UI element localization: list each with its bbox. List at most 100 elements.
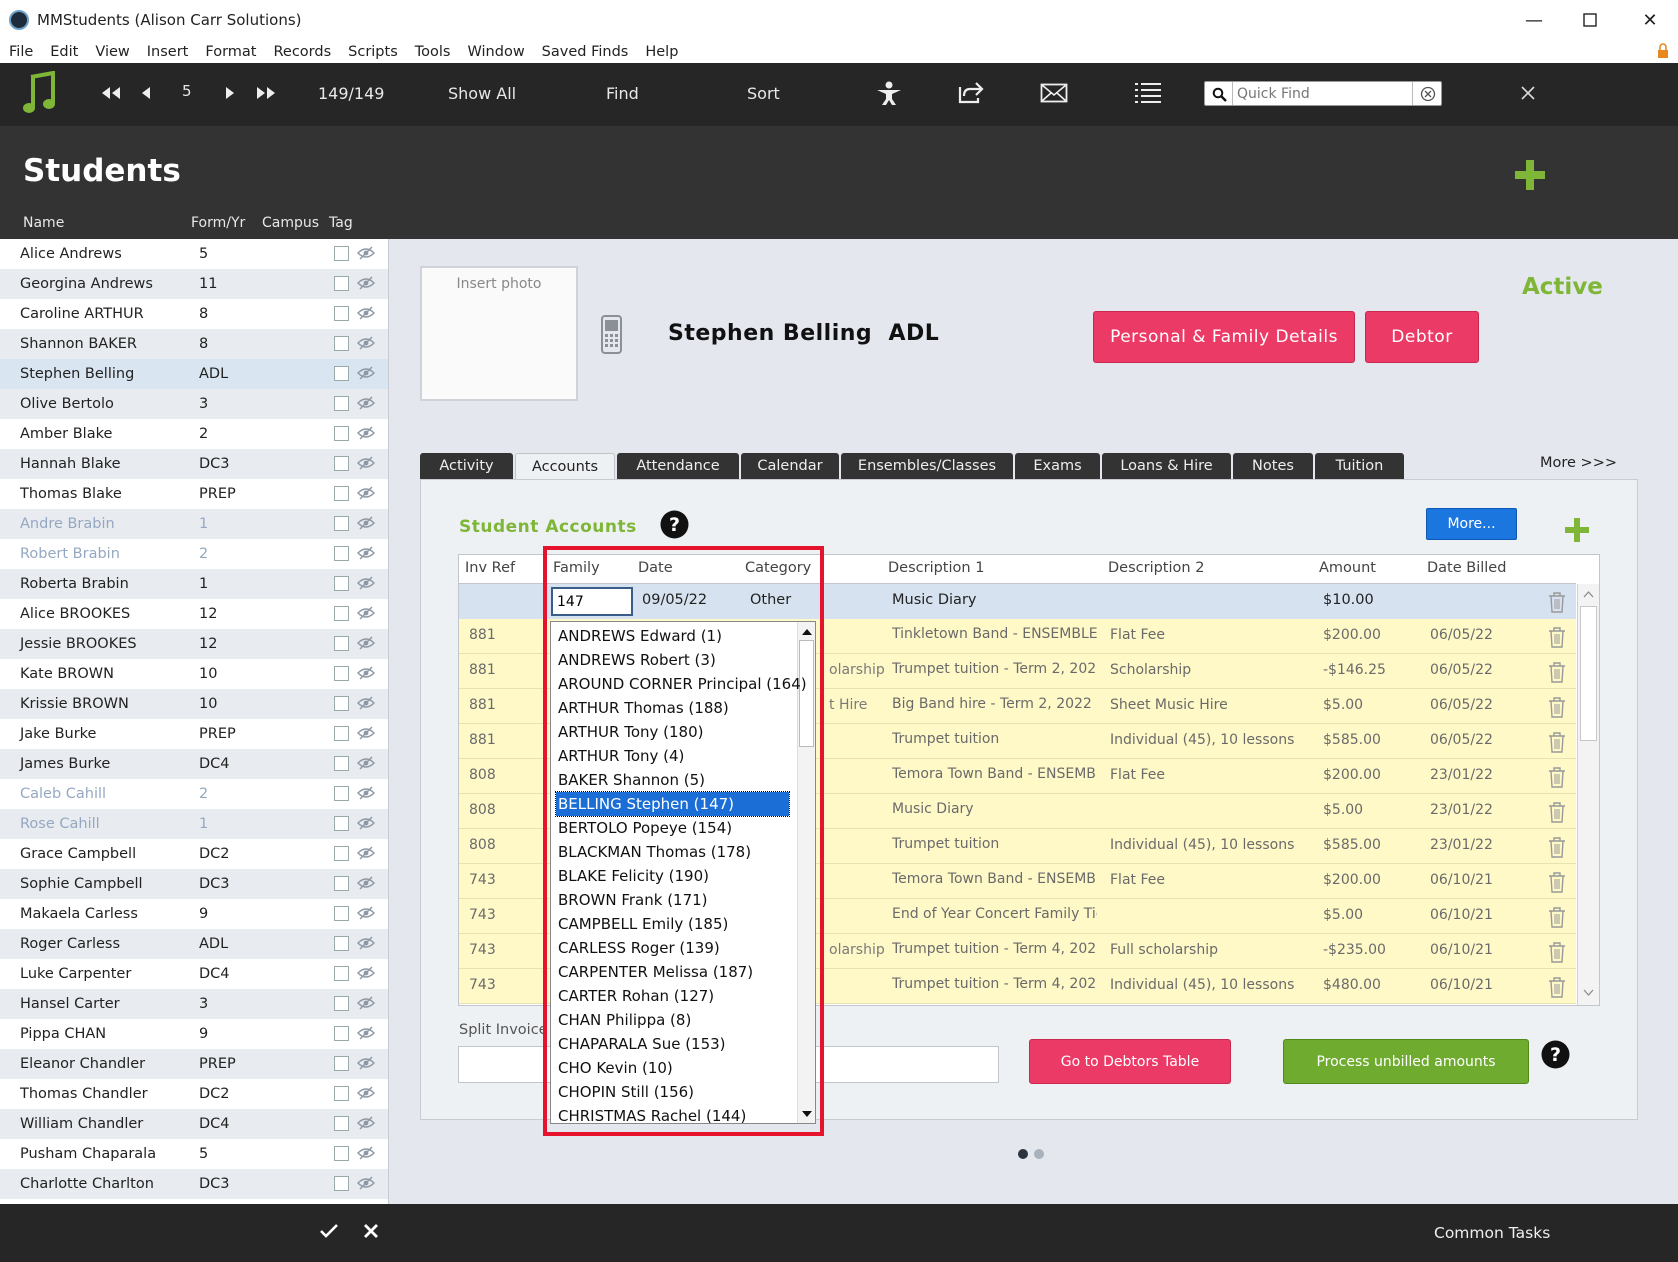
hidden-eye-icon[interactable] — [357, 696, 375, 710]
column-tag[interactable]: Tag — [329, 215, 353, 231]
student-row[interactable]: William Chandler DC4 — [0, 1109, 388, 1139]
tag-checkbox[interactable] — [334, 906, 349, 921]
maximize-button[interactable] — [1570, 6, 1610, 34]
hidden-eye-icon[interactable] — [357, 906, 375, 920]
hidden-eye-icon[interactable] — [357, 636, 375, 650]
trash-icon[interactable] — [1547, 591, 1567, 613]
tag-checkbox[interactable] — [334, 726, 349, 741]
trash-icon[interactable] — [1547, 766, 1567, 788]
hidden-eye-icon[interactable] — [357, 276, 375, 290]
hidden-eye-icon[interactable] — [357, 396, 375, 410]
menu-records[interactable]: Records — [273, 44, 331, 60]
trash-icon[interactable] — [1547, 836, 1567, 858]
hidden-eye-icon[interactable] — [357, 606, 375, 620]
hidden-eye-icon[interactable] — [357, 876, 375, 890]
common-tasks-button[interactable]: Common Tasks — [1434, 1224, 1550, 1242]
student-row[interactable]: Hannah Blake DC3 — [0, 449, 388, 479]
trash-icon[interactable] — [1547, 801, 1567, 823]
table-scroll-thumb[interactable] — [1580, 606, 1597, 741]
student-row[interactable]: Thomas Chandler DC2 — [0, 1079, 388, 1109]
hidden-eye-icon[interactable] — [357, 1026, 375, 1040]
more-tabs-link[interactable]: More >>> — [1540, 455, 1617, 471]
hidden-eye-icon[interactable] — [357, 966, 375, 980]
student-row[interactable]: Alice BROOKES 12 — [0, 599, 388, 629]
hidden-eye-icon[interactable] — [357, 486, 375, 500]
tab-calendar[interactable]: Calendar — [741, 453, 839, 479]
menu-format[interactable]: Format — [205, 44, 256, 60]
tab-accounts[interactable]: Accounts — [515, 453, 615, 480]
tag-checkbox[interactable] — [334, 456, 349, 471]
tag-checkbox[interactable] — [334, 816, 349, 831]
hidden-eye-icon[interactable] — [357, 786, 375, 800]
student-row[interactable]: Caroline ARTHUR 8 — [0, 299, 388, 329]
checkmark-icon[interactable] — [320, 1224, 338, 1238]
student-row[interactable]: Eleanor Chandler PREP — [0, 1049, 388, 1079]
tag-checkbox[interactable] — [334, 936, 349, 951]
tag-checkbox[interactable] — [334, 546, 349, 561]
student-row[interactable]: Georgina Andrews 11 — [0, 269, 388, 299]
amount-field[interactable]: $10.00 — [1323, 592, 1374, 608]
student-row[interactable]: Sophie Campbell DC3 — [0, 869, 388, 899]
trash-icon[interactable] — [1547, 661, 1567, 683]
hidden-eye-icon[interactable] — [357, 1116, 375, 1130]
hidden-eye-icon[interactable] — [357, 1086, 375, 1100]
student-row[interactable]: Alice Andrews 5 — [0, 239, 388, 269]
hidden-eye-icon[interactable] — [357, 516, 375, 530]
trash-icon[interactable] — [1547, 941, 1567, 963]
column-form[interactable]: Form/Yr — [191, 215, 245, 231]
student-row[interactable]: Kate BROWN 10 — [0, 659, 388, 689]
last-record-icon[interactable] — [256, 85, 276, 101]
hidden-eye-icon[interactable] — [357, 546, 375, 560]
trash-icon[interactable] — [1547, 976, 1567, 998]
hidden-eye-icon[interactable] — [357, 366, 375, 380]
student-row[interactable]: Caleb Cahill 2 — [0, 779, 388, 809]
hidden-eye-icon[interactable] — [357, 666, 375, 680]
add-student-icon[interactable] — [1515, 160, 1545, 190]
more-button[interactable]: More... — [1426, 508, 1517, 540]
hidden-eye-icon[interactable] — [357, 306, 375, 320]
student-row[interactable]: James Burke DC4 — [0, 749, 388, 779]
debtor-button[interactable]: Debtor — [1365, 311, 1479, 363]
col-description-2[interactable]: Description 2 — [1108, 560, 1204, 576]
student-row[interactable]: Jessie BROOKES 12 — [0, 629, 388, 659]
hidden-eye-icon[interactable] — [357, 816, 375, 830]
hidden-eye-icon[interactable] — [357, 1056, 375, 1070]
column-campus[interactable]: Campus — [262, 215, 319, 231]
go-to-debtors-table-button[interactable]: Go to Debtors Table — [1029, 1039, 1231, 1084]
student-row[interactable]: Robert Brabin 2 — [0, 539, 388, 569]
col-amount[interactable]: Amount — [1319, 560, 1376, 576]
trash-icon[interactable] — [1547, 626, 1567, 648]
tag-checkbox[interactable] — [334, 876, 349, 891]
hidden-eye-icon[interactable] — [357, 726, 375, 740]
process-unbilled-amounts-button[interactable]: Process unbilled amounts — [1283, 1039, 1529, 1084]
tag-checkbox[interactable] — [334, 276, 349, 291]
hidden-eye-icon[interactable] — [357, 246, 375, 260]
student-row[interactable]: Pippa CHAN 9 — [0, 1019, 388, 1049]
show-all-button[interactable]: Show All — [448, 84, 516, 103]
student-row[interactable]: Stephen Belling ADL — [0, 359, 388, 389]
hidden-eye-icon[interactable] — [357, 1146, 375, 1160]
hidden-eye-icon[interactable] — [357, 576, 375, 590]
col-date-billed[interactable]: Date Billed — [1427, 560, 1506, 576]
tag-checkbox[interactable] — [334, 366, 349, 381]
tag-checkbox[interactable] — [334, 1086, 349, 1101]
scroll-up-icon[interactable] — [1583, 590, 1594, 598]
student-row[interactable]: Shannon BAKER 8 — [0, 329, 388, 359]
menu-view[interactable]: View — [95, 44, 129, 60]
trash-icon[interactable] — [1547, 871, 1567, 893]
menu-edit[interactable]: Edit — [50, 44, 78, 60]
menu-file[interactable]: File — [9, 44, 33, 60]
tab-exams[interactable]: Exams — [1015, 453, 1100, 479]
tag-checkbox[interactable] — [334, 966, 349, 981]
student-row[interactable]: Makaela Carless 9 — [0, 899, 388, 929]
tag-checkbox[interactable] — [334, 576, 349, 591]
tag-checkbox[interactable] — [334, 996, 349, 1011]
tag-checkbox[interactable] — [334, 246, 349, 261]
tab-tuition[interactable]: Tuition — [1315, 453, 1404, 479]
tab-loans-hire[interactable]: Loans & Hire — [1102, 453, 1231, 479]
accessibility-icon[interactable] — [875, 80, 903, 106]
add-account-icon[interactable] — [1565, 518, 1589, 542]
tag-checkbox[interactable] — [334, 486, 349, 501]
student-row[interactable]: Grace Campbell DC2 — [0, 839, 388, 869]
tag-checkbox[interactable] — [334, 516, 349, 531]
